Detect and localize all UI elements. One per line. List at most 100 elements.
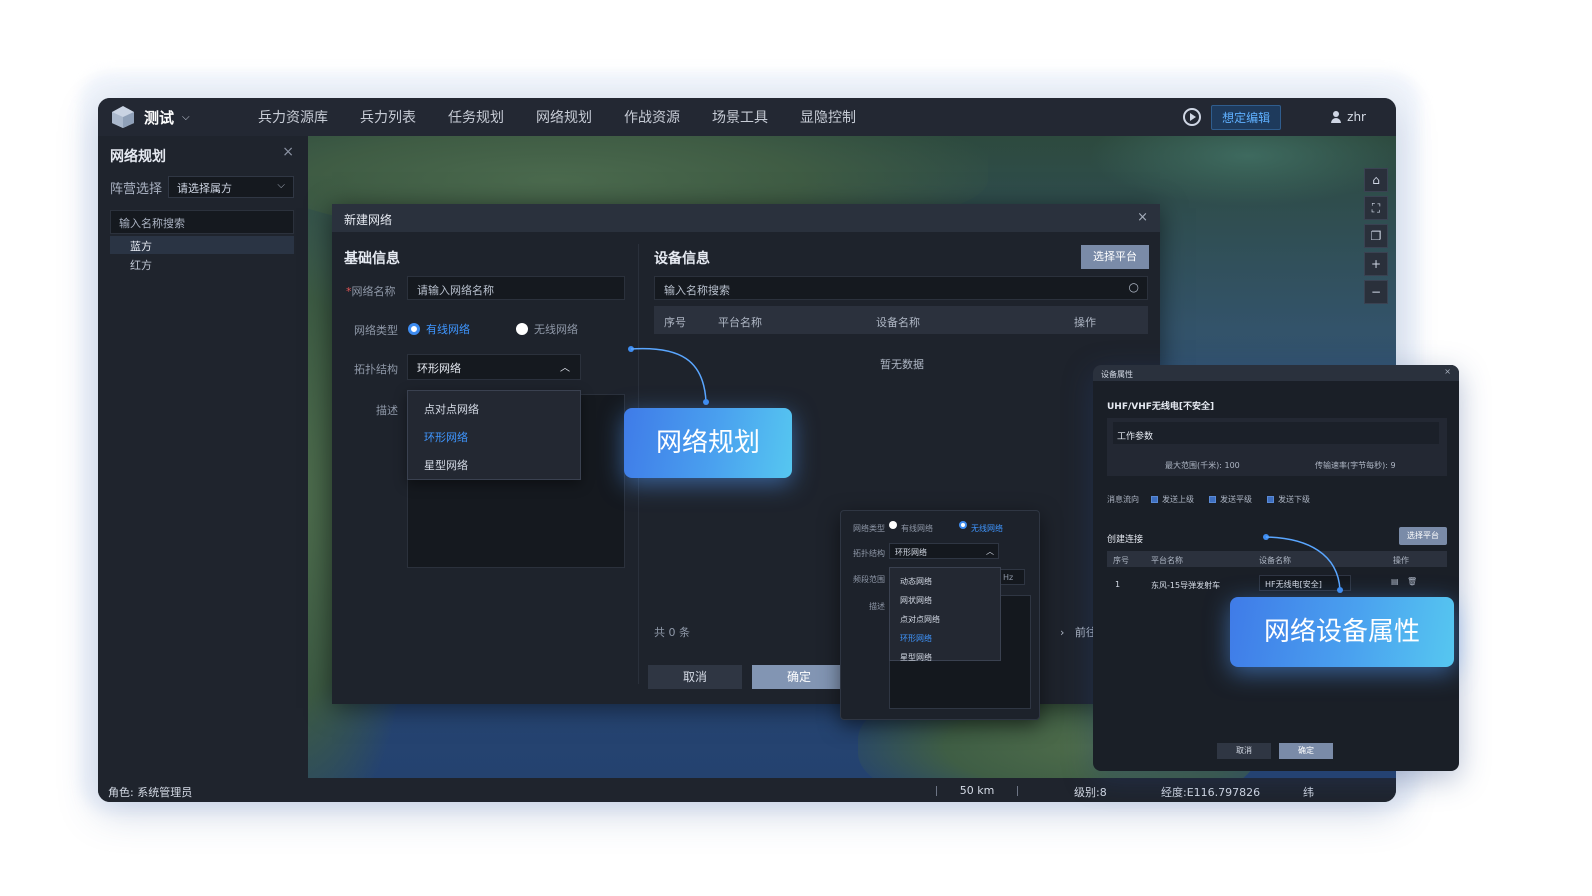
mini-topology-dropdown: 动态网络 网状网络 点对点网络 环形网络 星型网络 (889, 567, 1001, 662)
desc-label: 描述 (376, 404, 398, 417)
flow-up-checkbox[interactable]: 发送上级 (1151, 494, 1194, 505)
nav-resource-library[interactable]: 兵力资源库 (242, 107, 344, 127)
camp-select[interactable]: 请选择属方 ⌵ (168, 176, 294, 198)
close-icon[interactable]: × (282, 144, 294, 160)
zoom-in-icon[interactable]: + (1364, 252, 1388, 276)
option-star[interactable]: 星型网络 (408, 451, 580, 479)
total-count: 共 0 条 (654, 626, 690, 639)
props-cancel-button[interactable]: 取消 (1217, 743, 1271, 759)
device-search-input[interactable]: 输入名称搜索 ○ (654, 276, 1148, 300)
zoom-out-icon[interactable]: − (1364, 280, 1388, 304)
device-properties-callout: 网络设备属性 (1230, 597, 1454, 667)
option-star[interactable]: 星型网络 (890, 648, 1000, 667)
radio-off-icon[interactable] (889, 521, 897, 529)
option-dynamic[interactable]: 动态网络 (890, 572, 1000, 591)
role-text: 角色: 系统管理员 (108, 786, 193, 799)
name-label: *网络名称 (346, 285, 396, 298)
edit-icon[interactable]: ▤ (1391, 577, 1399, 586)
option-point-to-point[interactable]: 点对点网络 (408, 395, 580, 423)
callout-connector-right (1263, 534, 1343, 593)
device-table-header: 序号 平台名称 设备名称 操作 (654, 306, 1148, 334)
flow-peer-checkbox[interactable]: 发送平级 (1209, 494, 1252, 505)
callout-connector-left (628, 346, 709, 405)
user-menu[interactable]: zhr (1331, 110, 1366, 124)
nav-task-planning[interactable]: 任务规划 (432, 107, 520, 127)
cancel-button[interactable]: 取消 (648, 665, 742, 689)
network-planning-panel: 网络规划 × 阵营选择 请选择属方 ⌵ 输入名称搜索 蓝方 红方 (98, 136, 308, 778)
option-mesh[interactable]: 网状网络 (890, 591, 1000, 610)
mini-topology-value: 环形网络 (895, 548, 927, 557)
chevron-up-icon: ︿ (560, 363, 570, 374)
flow-down-checkbox[interactable]: 发送下级 (1267, 494, 1310, 505)
col-platform: 平台名称 (718, 316, 762, 329)
create-connection-title: 创建连接 (1107, 535, 1144, 545)
work-params-title: 工作参数 (1117, 432, 1154, 442)
mini-wired-label: 有线网络 (901, 524, 933, 533)
option-ring[interactable]: 环形网络 (890, 629, 1000, 648)
layers-icon[interactable]: ❐ (1364, 224, 1388, 248)
mini-topology-select[interactable]: 环形网络 ︿ (889, 543, 999, 559)
radio-wired-label: 有线网络 (426, 323, 470, 336)
camp-label: 阵营选择 (110, 182, 163, 197)
nav-force-list[interactable]: 兵力列表 (344, 107, 432, 127)
mini-band-label: 频段范围 (853, 575, 885, 584)
longitude: 经度:E116.797826 (1161, 786, 1261, 799)
chevron-down-icon: ⌵ (277, 180, 285, 191)
close-icon[interactable]: × (1444, 367, 1451, 376)
play-icon[interactable] (1183, 108, 1202, 126)
nav-combat-resources[interactable]: 作战资源 (608, 107, 696, 127)
dialog-title: 新建网络 (344, 213, 393, 227)
select-platform-button[interactable]: 选择平台 (1081, 245, 1149, 269)
tree-item-red[interactable]: 红方 (110, 255, 294, 273)
latitude: 纬度:N26.617453 (1303, 786, 1314, 799)
scale-bar: 50 km (936, 785, 1018, 796)
radio-off-icon (516, 323, 528, 335)
close-icon[interactable]: × (1137, 210, 1148, 225)
search-icon[interactable]: ○ (1129, 280, 1139, 294)
col-index: 序号 (664, 316, 686, 329)
main-nav: 兵力资源库 兵力列表 任务规划 网络规划 作战资源 场景工具 显隐控制 (242, 107, 872, 127)
network-name-input[interactable]: 请输入网络名称 (407, 276, 625, 300)
tree-item-blue[interactable]: 蓝方 (110, 236, 294, 254)
mini-topology-label: 拓扑结构 (853, 549, 885, 558)
radio-on-icon (408, 323, 420, 335)
camp-select-placeholder: 请选择属方 (177, 182, 232, 195)
confirm-button[interactable]: 确定 (752, 665, 846, 689)
zoom-level: 级别:8 (1074, 786, 1107, 799)
nav-visibility-control[interactable]: 显隐控制 (784, 107, 872, 127)
app-name: 测试 (144, 108, 175, 127)
radio-wireless[interactable]: 无线网络 (516, 321, 578, 337)
radio-wired[interactable]: 有线网络 (408, 321, 470, 337)
props-title: 设备属性 (1101, 370, 1133, 379)
scenario-edit-button[interactable]: 想定编辑 (1211, 104, 1282, 130)
conn-row-platform: 东风-15导弹发射车 (1151, 581, 1221, 590)
conn-row-index: 1 (1115, 580, 1121, 589)
app-logo-icon (112, 106, 134, 128)
option-ring[interactable]: 环形网络 (408, 423, 580, 451)
device-name: UHF/VHF无线电[不安全] (1107, 402, 1215, 412)
fullscreen-icon[interactable]: ⛶ (1364, 196, 1388, 220)
delete-icon[interactable]: 🗑 (1407, 577, 1417, 586)
tree-search-input[interactable]: 输入名称搜索 (110, 210, 294, 234)
col-device: 设备名称 (876, 316, 920, 329)
topology-dropdown: 点对点网络 环形网络 星型网络 (407, 390, 581, 480)
chevron-up-icon: ︿ (986, 547, 994, 556)
nav-network-planning[interactable]: 网络规划 (520, 107, 608, 127)
nav-scene-tools[interactable]: 场景工具 (696, 107, 784, 127)
user-icon (1331, 111, 1342, 123)
transfer-rate: 传输速率(字节每秒): 9 (1315, 461, 1396, 470)
radio-on-icon[interactable] (959, 521, 967, 529)
app-brand[interactable]: 测试 ⌵ (110, 105, 230, 129)
props-select-platform-button[interactable]: 选择平台 (1399, 527, 1447, 545)
props-confirm-button[interactable]: 确定 (1279, 743, 1333, 759)
props-header (1093, 365, 1459, 381)
conn-col-actions: 操作 (1393, 556, 1409, 565)
mini-band-input[interactable]: Hz (999, 569, 1025, 585)
topology-label: 拓扑结构 (354, 363, 398, 376)
conn-col-platform: 平台名称 (1151, 556, 1183, 565)
home-icon[interactable]: ⌂ (1364, 168, 1388, 192)
goto-page-label[interactable]: › 前往 (1060, 624, 1097, 640)
option-point-to-point[interactable]: 点对点网络 (890, 610, 1000, 629)
status-bar: 角色: 系统管理员 50 km 级别:8 经度:E116.797826 纬度:N… (98, 778, 1396, 802)
topology-select[interactable]: 环形网络 ︿ (407, 354, 581, 380)
